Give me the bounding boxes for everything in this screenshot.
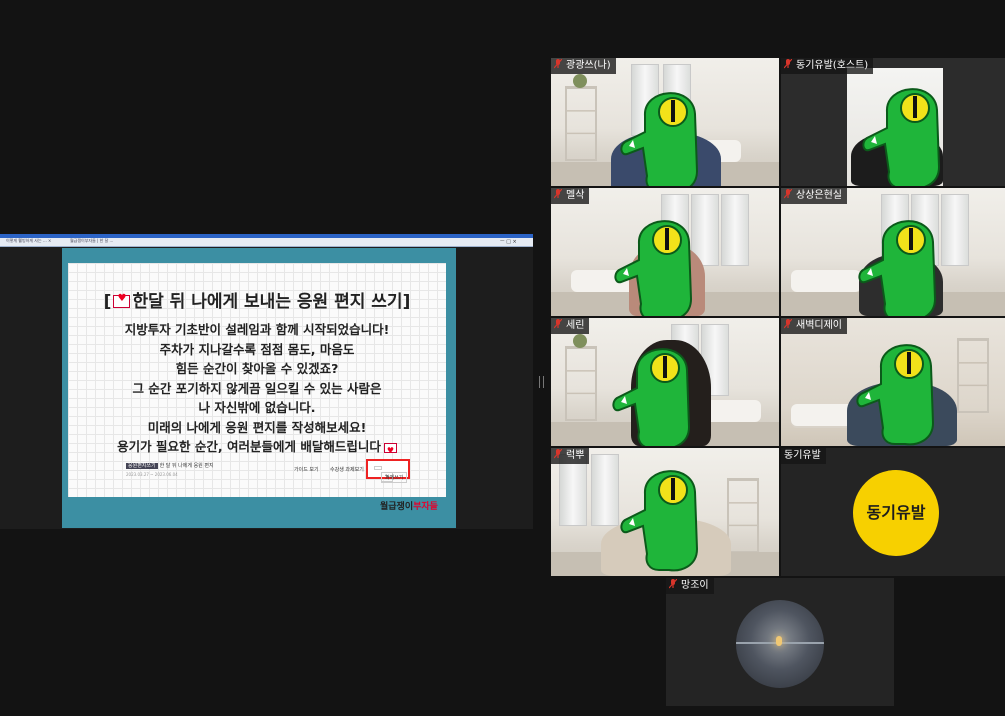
participant-name-tag: 럭뿌 — [551, 448, 590, 464]
mascot-face-cover — [612, 348, 691, 446]
participant-name-tag: 동기유발(호스트) — [781, 58, 874, 74]
video-tile[interactable]: 럭뿌 — [551, 448, 779, 576]
mic-muted-icon — [554, 449, 562, 459]
love-letter-icon — [383, 441, 397, 460]
video-tile[interactable]: 상상은현실 — [781, 188, 1005, 316]
browser-bar: 이렇게 웰빙하게 사는 ... × 월급쟁이부자들 | 한 달 ... ㅡ □ … — [0, 234, 533, 247]
view-assignments-button[interactable]: 수강생 과제보기 — [330, 466, 364, 473]
card-line: 미래의 나에게 응원 편지를 작성해보세요! — [147, 419, 367, 435]
card-title: [한달 뒤 나에게 보내는 응원 편지 쓰기] — [68, 287, 446, 312]
assignment-title: 한 달 뒤 나에게 응원 편지 — [159, 463, 214, 469]
card-body: 지방투자 기초반이 설레임과 함께 시작되었습니다! 주차가 지나갈수록 점점 … — [68, 320, 446, 460]
card-line-last: 용기가 필요한 순간, 여러분들에게 배달해드립니다 — [68, 437, 446, 460]
participant-name-tag: 새벽디제이 — [781, 318, 847, 334]
participant-name-tag: 광광쓰(나) — [551, 58, 616, 74]
love-letter-icon — [113, 293, 131, 308]
mic-muted-icon — [784, 59, 792, 69]
assignment-date: 2023.03.27 ~ 2023.06.04 — [126, 472, 178, 477]
mic-muted-icon — [554, 319, 562, 329]
card-title-text: 한달 뒤 나에게 보내는 응원 편지 쓰기 — [132, 292, 403, 312]
participant-name-tag: 세린 — [551, 318, 590, 334]
participant-name-tag: 동기유발 — [781, 448, 826, 464]
participant-name-tag: 상상은현실 — [781, 188, 847, 204]
mic-muted-icon — [784, 189, 792, 199]
participant-name-tag: 망조이 — [666, 578, 714, 594]
participant-name-tag: 멜삭 — [551, 188, 590, 204]
video-tile[interactable]: 광광쓰(나) — [551, 58, 779, 186]
video-tile[interactable]: 세린 — [551, 318, 779, 446]
mascot-face-cover — [856, 344, 935, 446]
mic-muted-icon — [554, 189, 562, 199]
mascot-face-cover — [858, 220, 937, 316]
video-tile[interactable]: 멜삭 — [551, 188, 779, 316]
video-tile[interactable]: 망조이 — [666, 578, 894, 706]
assignment-row: 응원편지쓰기 한 달 뒤 나에게 응원 편지 — [126, 462, 214, 469]
card-line: 힘든 순간이 찾아올 수 있겠죠? — [175, 361, 339, 376]
write-assignment-label: ✎ 과제쓰기 — [374, 466, 408, 483]
mascot-face-cover — [620, 92, 699, 186]
video-tile[interactable]: 동기유발 동기유발 — [781, 448, 1005, 576]
mascot-face-cover — [614, 220, 693, 316]
write-assignment-button[interactable]: ✎ 과제쓰기 — [366, 459, 410, 483]
resize-handle[interactable] — [539, 376, 544, 388]
card-line: 주차가 지나갈수록 점점 몸도, 마음도 — [159, 341, 355, 357]
mic-muted-icon — [669, 579, 677, 589]
participant-avatar — [736, 600, 824, 688]
brand-logo: 월급쟁이부자들 — [380, 502, 438, 512]
browser-tab[interactable]: 월급쟁이부자들 | 한 달 ... — [70, 238, 113, 244]
participant-avatar: 동기유발 — [853, 470, 939, 556]
card-line: 지방투자 기초반이 설레임과 함께 시작되었습니다! — [124, 322, 390, 337]
browser-tab[interactable]: 이렇게 웰빙하게 사는 ... × — [6, 238, 51, 244]
guide-button[interactable]: 가이드 보기 — [294, 466, 319, 473]
assignment-tag: 응원편지쓰기 — [126, 463, 158, 469]
video-tile[interactable]: 새벽디제이 — [781, 318, 1005, 446]
mic-muted-icon — [784, 319, 792, 329]
letter-card: [한달 뒤 나에게 보내는 응원 편지 쓰기] 지방투자 기초반이 설레임과 함… — [68, 263, 446, 512]
window-controls[interactable]: ㅡ □ × — [500, 238, 517, 245]
mascot-face-cover — [620, 470, 699, 572]
mascot-face-cover — [862, 88, 941, 186]
card-line: 그 순간 포기하지 않게끔 일으킬 수 있는 사람은 — [132, 380, 382, 396]
video-tile[interactable]: 동기유발(호스트) — [781, 58, 1005, 186]
card-line: 나 자신밖에 없습니다. — [198, 400, 316, 415]
mic-muted-icon — [554, 59, 562, 69]
